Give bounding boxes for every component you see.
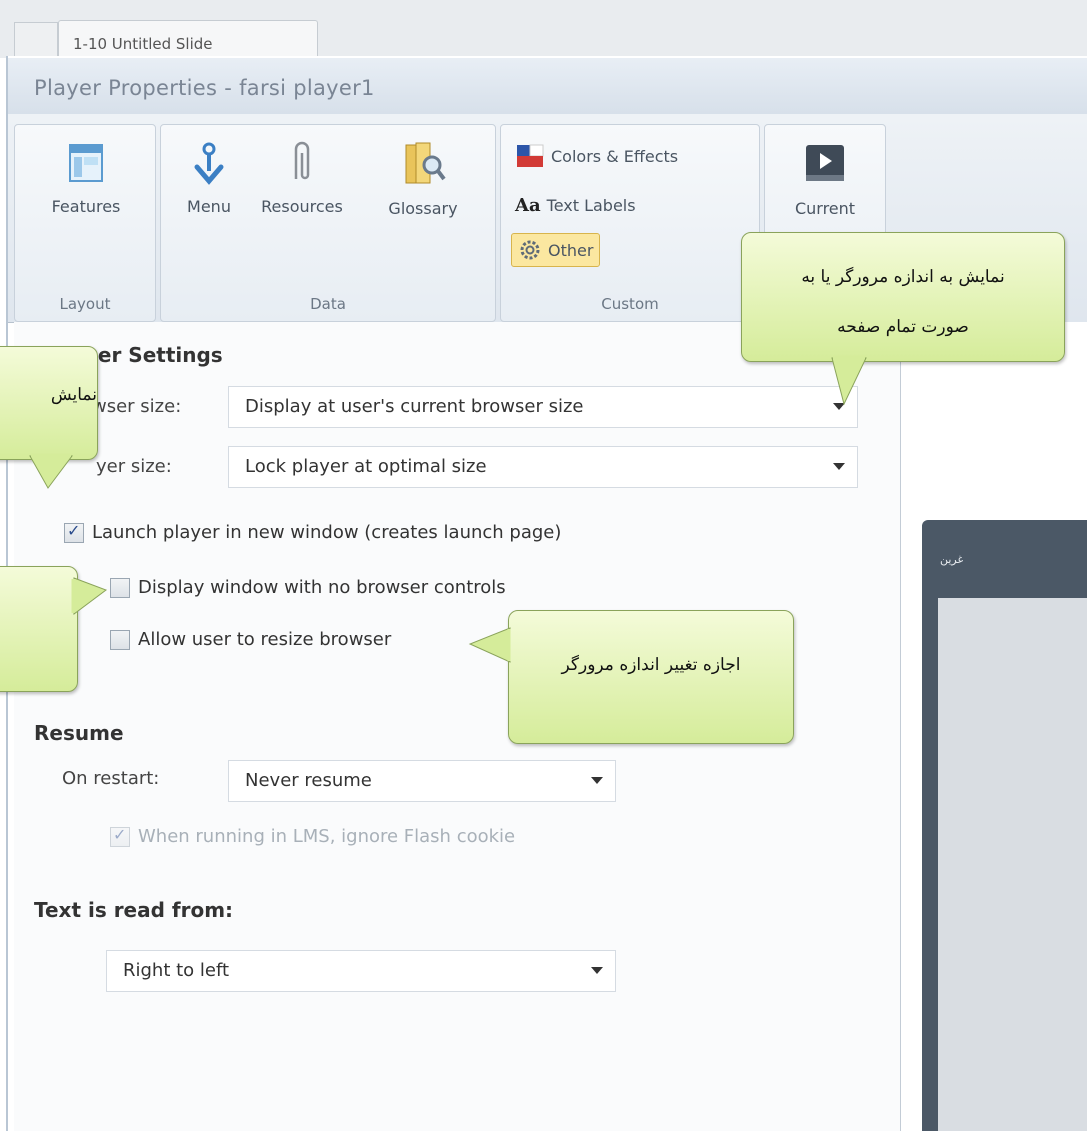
- resources-label: Resources: [261, 197, 343, 216]
- preview-player-title: غرين: [940, 553, 964, 566]
- callout-left-top: نمایش: [0, 346, 98, 460]
- browser-size-label: wser size:: [92, 396, 182, 417]
- other-button[interactable]: Other: [511, 233, 601, 267]
- current-label: Current: [794, 199, 856, 218]
- play-icon: [806, 145, 844, 181]
- features-button[interactable]: Features: [31, 139, 141, 216]
- flag-colors-icon: [517, 144, 544, 167]
- callout-browser-size: نمایش به اندازه مرورگر یا به صورت تمام ص…: [741, 232, 1065, 362]
- browser-size-dropdown[interactable]: Display at user's current browser size: [228, 386, 858, 428]
- callout-left-top-tail: [29, 453, 73, 489]
- resume-heading: Resume: [34, 721, 124, 745]
- chevron-down-icon: [591, 967, 603, 974]
- current-button[interactable]: Current: [775, 139, 875, 218]
- text-direction-value: Right to left: [123, 960, 230, 981]
- callout-left-bottom-tail: [71, 577, 108, 615]
- text-direction-heading: Text is read from:: [34, 898, 234, 922]
- launch-new-window-label: Launch player in new window (creates lau…: [92, 522, 562, 543]
- text-labels-label: Text Labels: [546, 196, 636, 215]
- menu-label: Menu: [187, 197, 231, 216]
- launch-new-window-checkbox-row[interactable]: Launch player in new window (creates lau…: [64, 521, 562, 543]
- chevron-down-icon: [591, 777, 603, 784]
- allow-resize-checkbox-row[interactable]: Allow user to resize browser: [110, 629, 391, 650]
- callout-browser-size-tail: [831, 355, 867, 406]
- ribbon-group-custom: Colors & Effects Aa Text Labels Other Cu…: [500, 124, 760, 322]
- callout-allow-resize: اجازه تغییر اندازه مرورگر: [508, 610, 794, 744]
- window-title: Player Properties - farsi player1: [34, 76, 375, 100]
- text-direction-dropdown[interactable]: Right to left: [106, 950, 616, 992]
- glossary-book-icon: [405, 142, 446, 184]
- gear-icon: [520, 240, 540, 260]
- glossary-label: Glossary: [388, 199, 458, 218]
- resources-button[interactable]: Resources: [247, 139, 357, 216]
- callout-allow-resize-tail: [468, 627, 511, 663]
- on-restart-label: On restart:: [62, 768, 160, 789]
- ribbon-group-data: Menu Resources Glossary Data: [160, 124, 496, 322]
- chevron-down-icon: [833, 463, 845, 470]
- on-restart-value: Never resume: [245, 770, 372, 791]
- colors-effects-button[interactable]: Colors & Effects: [515, 143, 678, 169]
- ignore-flash-cookie-label: When running in LMS, ignore Flash cookie: [138, 826, 516, 847]
- on-restart-dropdown[interactable]: Never resume: [228, 760, 616, 802]
- no-browser-controls-checkbox-row[interactable]: Display window with no browser controls: [110, 577, 506, 598]
- paperclip-icon: [294, 141, 310, 180]
- features-icon: [69, 144, 103, 182]
- no-browser-controls-checkbox[interactable]: [110, 577, 130, 598]
- glossary-button[interactable]: Glossary: [365, 139, 481, 218]
- group-label-custom: Custom: [601, 295, 659, 313]
- browser-size-value: Display at user's current browser size: [245, 396, 584, 417]
- other-label: Other: [548, 240, 594, 260]
- allow-resize-checkbox[interactable]: [110, 629, 130, 650]
- allow-resize-label: Allow user to resize browser: [138, 629, 392, 650]
- ignore-flash-cookie-checkbox-row: When running in LMS, ignore Flash cookie: [110, 825, 516, 847]
- callout-left-top-text: نمایش: [50, 385, 97, 405]
- callout-allow-resize-text: اجازه تغییر اندازه مرورگر: [561, 655, 741, 675]
- slide-tab-label: 1-10 Untitled Slide: [73, 35, 213, 53]
- ignore-flash-cookie-checkbox: [110, 825, 130, 847]
- colors-effects-label: Colors & Effects: [551, 146, 679, 166]
- text-aa-icon: Aa: [515, 195, 541, 216]
- no-browser-controls-label: Display window with no browser controls: [138, 577, 506, 598]
- callout-left-bottom: [0, 566, 78, 692]
- ribbon-group-layout: Features Layout: [14, 124, 156, 322]
- player-size-value: Lock player at optimal size: [245, 456, 487, 477]
- preview-player-content: [938, 598, 1087, 1131]
- player-size-dropdown[interactable]: Lock player at optimal size: [228, 446, 858, 488]
- launch-new-window-checkbox[interactable]: [64, 521, 84, 543]
- menu-icon: [194, 142, 224, 185]
- group-label-layout: Layout: [59, 295, 111, 313]
- group-label-data: Data: [310, 295, 346, 313]
- menu-button[interactable]: Menu: [169, 139, 249, 216]
- text-labels-button[interactable]: Aa Text Labels: [515, 195, 636, 216]
- browser-settings-heading: ser Settings: [86, 343, 223, 367]
- callout-browser-size-line2: صورت تمام صفحه: [837, 317, 969, 337]
- features-label: Features: [51, 197, 121, 216]
- slide-tab[interactable]: 1-10 Untitled Slide: [58, 20, 318, 61]
- callout-browser-size-line1: نمایش به اندازه مرورگر یا به: [801, 267, 1005, 287]
- player-size-label: yer size:: [96, 456, 172, 477]
